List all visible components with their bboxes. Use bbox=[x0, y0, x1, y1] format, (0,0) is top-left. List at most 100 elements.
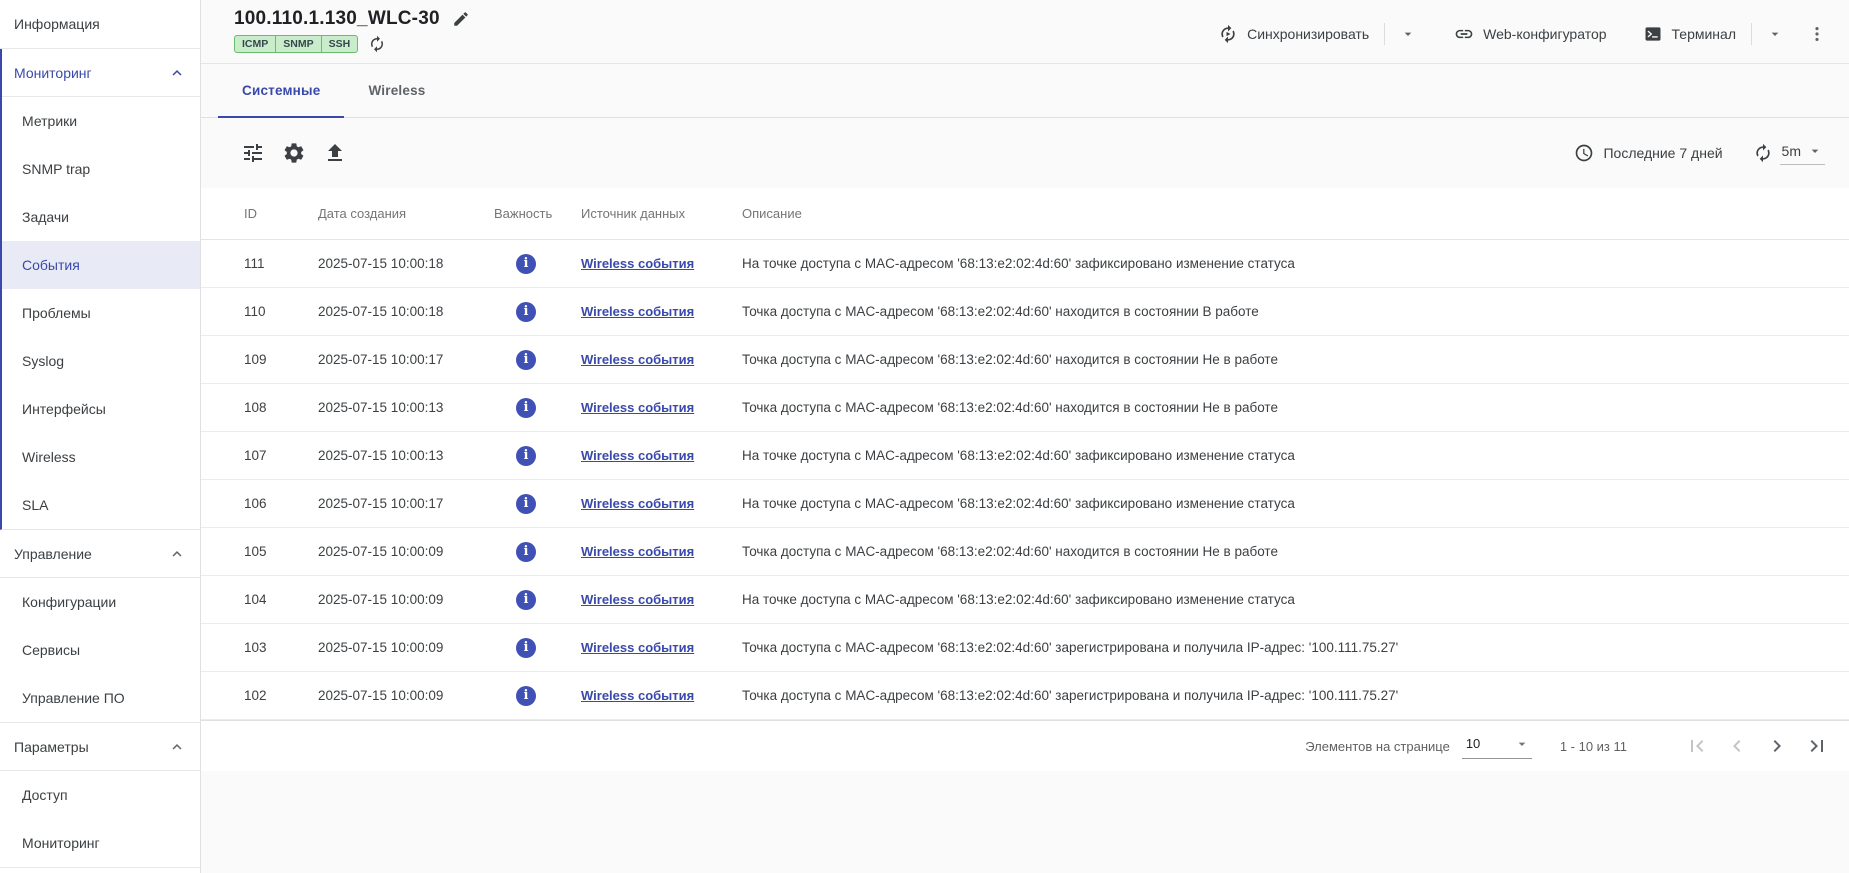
event-row: 1062025-07-15 10:00:17iWireless событияН… bbox=[201, 480, 1849, 528]
sidebar-item[interactable]: Интерфейсы bbox=[2, 385, 200, 433]
first-page-button[interactable] bbox=[1685, 734, 1709, 758]
event-id: 107 bbox=[244, 448, 318, 463]
refresh-interval-value: 5m bbox=[1782, 143, 1801, 159]
next-page-button[interactable] bbox=[1765, 734, 1789, 758]
sidebar-item[interactable]: Управление ПО bbox=[0, 674, 200, 722]
info-severity-icon: i bbox=[516, 254, 536, 274]
tab-inactive[interactable]: Wireless bbox=[344, 64, 449, 117]
sidebar-item[interactable]: SNMP trap bbox=[2, 145, 200, 193]
synchronize-button[interactable]: Синхронизировать bbox=[1212, 24, 1375, 44]
event-severity: i bbox=[494, 254, 581, 274]
content-background bbox=[201, 771, 1849, 873]
table-body: 1112025-07-15 10:00:18iWireless событияН… bbox=[201, 240, 1849, 720]
sidebar-item-label: Информация bbox=[14, 16, 100, 32]
event-source-link[interactable]: Wireless события bbox=[581, 688, 694, 703]
sidebar-item[interactable]: Wireless bbox=[2, 433, 200, 481]
event-source-link[interactable]: Wireless события bbox=[581, 352, 694, 367]
sidebar-item[interactable]: SLA bbox=[2, 481, 200, 529]
filter-icon[interactable] bbox=[241, 141, 265, 165]
event-severity: i bbox=[494, 542, 581, 562]
previous-page-button[interactable] bbox=[1725, 734, 1749, 758]
sidebar-item[interactable]: Конфигурации bbox=[0, 578, 200, 626]
sidebar-section-label: Параметры bbox=[14, 739, 89, 755]
more-menu-button[interactable] bbox=[1807, 24, 1827, 44]
event-source-link[interactable]: Wireless события bbox=[581, 496, 694, 511]
event-severity: i bbox=[494, 686, 581, 706]
app-window: ИнформацияМониторингМетрикиSNMP trapЗада… bbox=[0, 0, 1849, 873]
sidebar-item[interactable]: Информация bbox=[0, 0, 200, 48]
terminal-dropdown-button[interactable] bbox=[1761, 26, 1789, 42]
sidebar-section-header[interactable]: Мониторинг bbox=[2, 49, 200, 97]
event-source-link[interactable]: Wireless события bbox=[581, 592, 694, 607]
sidebar-group: Информация bbox=[0, 0, 200, 49]
export-icon[interactable] bbox=[323, 141, 347, 165]
sidebar-item[interactable]: Syslog bbox=[2, 337, 200, 385]
sidebar-item[interactable]: Метрики bbox=[2, 97, 200, 145]
items-per-page-select[interactable]: 10 bbox=[1462, 734, 1532, 759]
sidebar-item-label: Доступ bbox=[22, 787, 68, 803]
sidebar-item-label: Мониторинг bbox=[22, 835, 100, 851]
protocol-badges: ICMPSNMPSSH bbox=[234, 35, 358, 53]
event-date: 2025-07-15 10:00:09 bbox=[318, 688, 494, 703]
event-source: Wireless события bbox=[581, 688, 742, 703]
event-severity: i bbox=[494, 590, 581, 610]
event-id: 108 bbox=[244, 400, 318, 415]
refresh-icon[interactable] bbox=[1753, 143, 1773, 163]
synchronize-dropdown-button[interactable] bbox=[1394, 26, 1422, 42]
column-header: Описание bbox=[742, 206, 1825, 221]
tab-active[interactable]: Системные bbox=[218, 64, 344, 117]
event-date: 2025-07-15 10:00:17 bbox=[318, 496, 494, 511]
clock-icon bbox=[1574, 143, 1594, 163]
event-severity: i bbox=[494, 302, 581, 322]
event-row: 1052025-07-15 10:00:09iWireless событияТ… bbox=[201, 528, 1849, 576]
web-configurator-button[interactable]: Web-конфигуратор bbox=[1448, 24, 1612, 44]
terminal-button[interactable]: Терминал bbox=[1637, 24, 1742, 44]
sidebar-item-label: Wireless bbox=[22, 449, 76, 465]
sidebar-item[interactable]: Задачи bbox=[2, 193, 200, 241]
event-source-link[interactable]: Wireless события bbox=[581, 544, 694, 559]
event-id: 104 bbox=[244, 592, 318, 607]
event-source-link[interactable]: Wireless события bbox=[581, 256, 694, 271]
event-row: 1102025-07-15 10:00:18iWireless событияТ… bbox=[201, 288, 1849, 336]
event-id: 103 bbox=[244, 640, 318, 655]
event-source: Wireless события bbox=[581, 352, 742, 367]
sidebar-group: Параметры Доступ Мониторинг bbox=[0, 723, 200, 868]
sidebar-item[interactable]: Доступ bbox=[0, 771, 200, 819]
sidebar-item[interactable]: Сервисы bbox=[0, 626, 200, 674]
info-severity-icon: i bbox=[516, 494, 536, 514]
event-date: 2025-07-15 10:00:09 bbox=[318, 640, 494, 655]
event-id: 102 bbox=[244, 688, 318, 703]
event-date: 2025-07-15 10:00:18 bbox=[318, 256, 494, 271]
edit-icon[interactable] bbox=[452, 10, 470, 28]
table-header-row: IDДата созданияВажностьИсточник данныхОп… bbox=[201, 188, 1849, 240]
sidebar-item-label: SLA bbox=[22, 497, 48, 513]
sync-status-icon[interactable] bbox=[368, 35, 386, 53]
divider bbox=[1751, 23, 1752, 45]
refresh-interval-select[interactable]: 5m bbox=[1780, 141, 1825, 165]
sidebar-section-header[interactable]: Управление bbox=[0, 530, 200, 578]
event-date: 2025-07-15 10:00:09 bbox=[318, 592, 494, 607]
event-source-link[interactable]: Wireless события bbox=[581, 448, 694, 463]
sidebar-item[interactable]: События bbox=[2, 241, 200, 289]
sidebar-item[interactable]: Мониторинг bbox=[0, 819, 200, 867]
settings-icon[interactable] bbox=[282, 141, 306, 165]
event-source-link[interactable]: Wireless события bbox=[581, 304, 694, 319]
sidebar-item-label: Конфигурации bbox=[22, 594, 116, 610]
event-source-link[interactable]: Wireless события bbox=[581, 400, 694, 415]
sidebar-item[interactable]: Проблемы bbox=[2, 289, 200, 337]
time-range-button[interactable]: Последние 7 дней bbox=[1574, 143, 1722, 163]
event-row: 1112025-07-15 10:00:18iWireless событияН… bbox=[201, 240, 1849, 288]
sidebar-section-label: Управление bbox=[14, 546, 92, 562]
sidebar-section-header[interactable]: Параметры bbox=[0, 723, 200, 771]
last-page-button[interactable] bbox=[1805, 734, 1829, 758]
synchronize-label: Синхронизировать bbox=[1247, 26, 1369, 42]
terminal-icon bbox=[1643, 24, 1663, 44]
sidebar: ИнформацияМониторингМетрикиSNMP trapЗада… bbox=[0, 0, 201, 873]
chevron-down-icon bbox=[1807, 143, 1823, 159]
event-source-link[interactable]: Wireless события bbox=[581, 640, 694, 655]
info-severity-icon: i bbox=[516, 542, 536, 562]
link-icon bbox=[1454, 24, 1474, 44]
event-description: На точке доступа с MAC-адресом '68:13:e2… bbox=[742, 592, 1825, 607]
chevron-down-icon bbox=[1400, 26, 1416, 42]
event-row: 1042025-07-15 10:00:09iWireless события Н… bbox=[201, 576, 1849, 624]
